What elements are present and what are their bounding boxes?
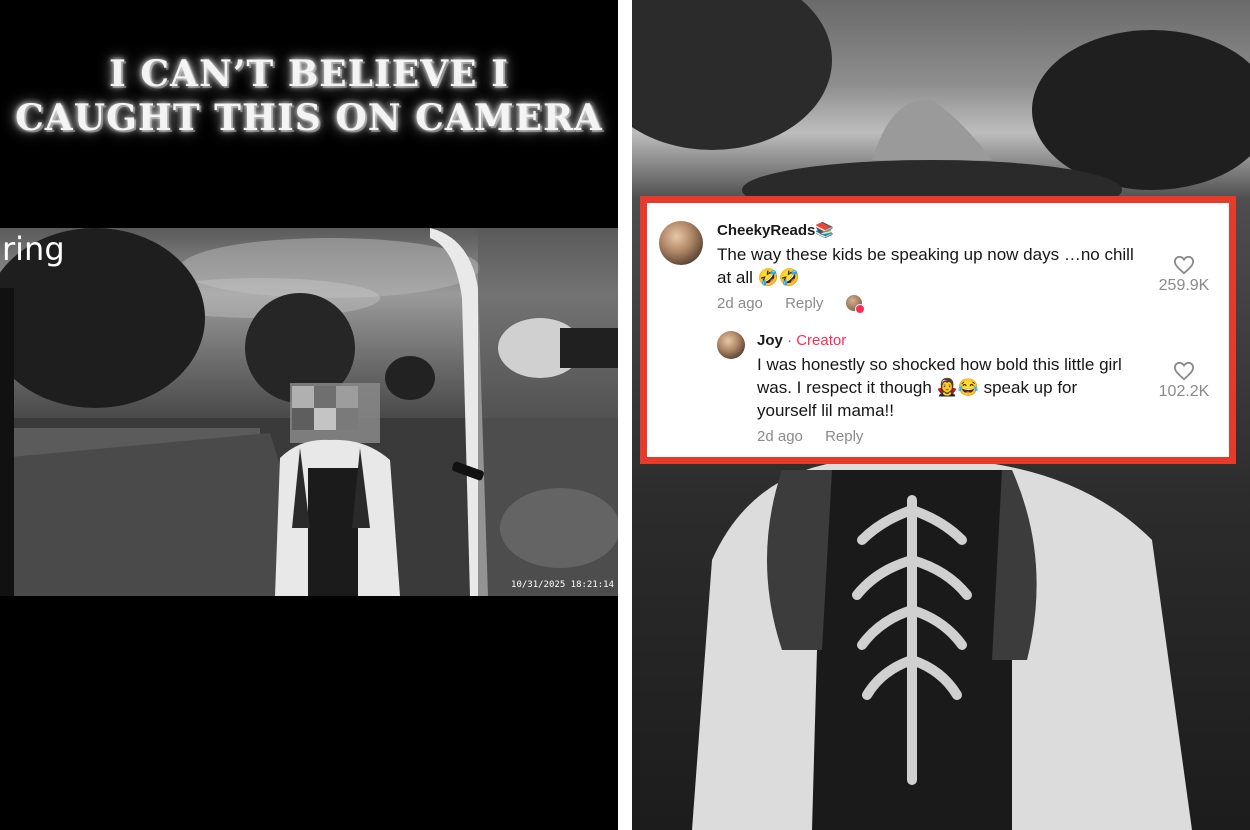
highlighted-comments-card: CheekyReads📚 The way these kids be speak…	[640, 196, 1236, 464]
avatar[interactable]	[659, 221, 703, 265]
doorbell-camera-image: 10/31/2025 18:21:14	[0, 228, 618, 596]
comment-username[interactable]: Joy	[757, 332, 783, 349]
reply-button[interactable]: Reply	[785, 295, 823, 312]
comment-text: I was honestly so shocked how bold this …	[757, 355, 1122, 420]
comment-body: Joy · Creator I was honestly so shocked …	[757, 331, 1135, 445]
heart-icon	[1173, 361, 1195, 381]
screenshot-frame: I can’t believe I caught this on camera	[0, 0, 1250, 830]
separator: ·	[782, 332, 797, 349]
video-timestamp: 10/31/2025 18:21:14	[511, 580, 614, 590]
comment-age: 2d ago	[757, 428, 803, 445]
comment-username[interactable]: CheekyReads📚	[717, 221, 1137, 241]
comment-author-line: Joy · Creator	[757, 331, 1135, 351]
avatar[interactable]	[717, 331, 745, 359]
comment-meta: 2d ago Reply	[757, 428, 1135, 445]
comment-meta: 2d ago Reply	[717, 295, 1137, 314]
comment-body: CheekyReads📚 The way these kids be speak…	[717, 221, 1137, 314]
panel-divider	[618, 0, 632, 830]
camera-scene-graphic	[0, 228, 618, 596]
video-caption: I can’t believe I caught this on camera	[0, 52, 618, 140]
like-count: 102.2K	[1158, 383, 1210, 400]
like-button[interactable]: 259.9K	[1149, 255, 1219, 295]
video-panel: I can’t believe I caught this on camera	[0, 0, 618, 830]
heart-icon	[1173, 255, 1195, 275]
creator-avatar-icon	[845, 295, 865, 314]
like-count: 259.9K	[1158, 277, 1210, 294]
ring-logo: ring	[2, 230, 65, 268]
comment-text: The way these kids be speaking up now da…	[717, 245, 1134, 287]
like-button[interactable]: 102.2K	[1149, 361, 1219, 401]
comment-age: 2d ago	[717, 295, 763, 312]
caption-line-1: I can’t believe I	[109, 53, 509, 95]
caption-line-2: caught this on camera	[15, 97, 603, 139]
reply-button[interactable]: Reply	[825, 428, 863, 445]
creator-badge: Creator	[796, 332, 847, 349]
